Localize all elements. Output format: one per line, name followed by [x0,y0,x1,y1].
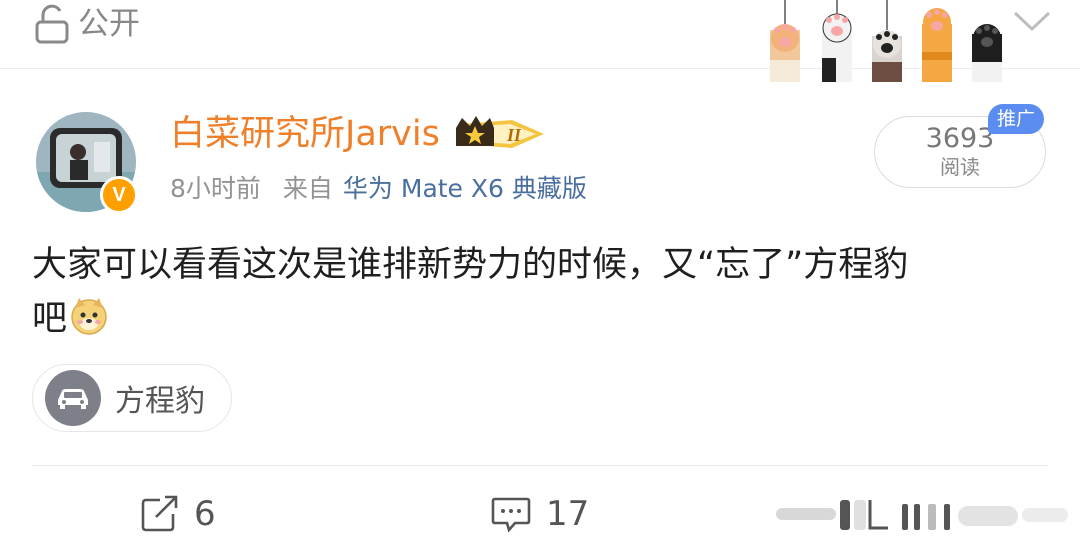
source-label: 来自 [282,174,333,203]
like-button-animation-icon[interactable] [776,498,1072,532]
post-content: 大家可以看看这次是谁排新势力的时候，又“忘了”方程豹 吧 [32,238,1052,346]
lock-open-icon [35,4,69,44]
promote-badge[interactable]: 推广 [988,104,1044,134]
post-text-line-2-wrapper: 吧 [32,292,1052,346]
device-link[interactable]: 华为 Mate X6 典藏版 [343,169,587,205]
visibility-indicator[interactable]: 公开 [34,2,140,46]
comment-count: 17 [546,494,590,534]
author-name[interactable]: 白菜研究所Jarvis [170,110,440,158]
divider [32,465,1048,466]
read-label: 阅读 [940,155,980,179]
visibility-label: 公开 [78,6,140,42]
post-text-line-2: 吧 [32,299,68,339]
post-meta: 8小时前 来自 华为 Mate X6 典藏版 [170,166,587,208]
repost-button[interactable]: 6 [140,492,216,536]
cat-paws-decoration [770,0,1002,82]
car-icon [45,370,101,426]
level-badge-text: II [506,125,522,145]
comment-icon [491,497,531,533]
crown-level-badge-icon[interactable]: II [452,114,552,154]
post-text-line-1: 大家可以看看这次是谁排新势力的时候，又“忘了”方程豹 [32,245,909,285]
verified-mark: V [112,183,126,206]
comment-button[interactable]: 17 [490,492,589,536]
repost-count: 6 [194,494,216,534]
repost-icon [141,495,178,532]
topic-label: 方程豹 [115,384,205,419]
author-row: 白菜研究所Jarvis II [170,110,552,158]
top-bar: 公开 [0,0,1080,82]
chevron-down-icon[interactable] [1012,8,1052,34]
doge-emoji-icon [71,298,107,335]
topic-chip[interactable]: 方程豹 [32,364,232,432]
post-time: 8小时前 [170,174,261,203]
verified-badge: V [100,176,138,214]
